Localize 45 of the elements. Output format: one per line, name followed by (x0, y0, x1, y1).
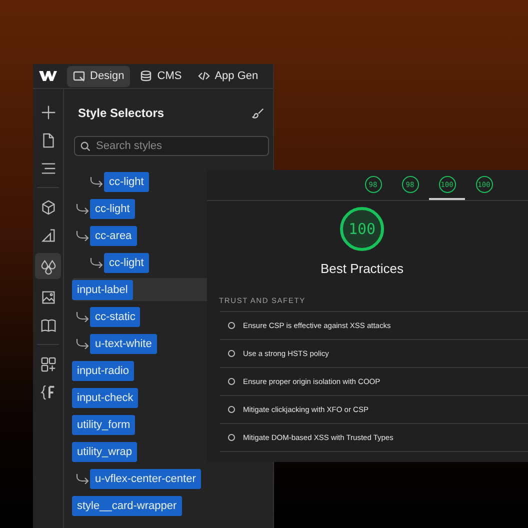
style-tag[interactable]: input-check (72, 388, 138, 408)
apps-icon[interactable] (40, 356, 56, 372)
style-tag[interactable]: style__card-wrapper (72, 496, 182, 516)
style-tag[interactable]: cc-light (104, 252, 149, 272)
style-tag[interactable]: utility_form (72, 414, 136, 434)
tab[interactable]: CMS (134, 66, 188, 86)
child-arrow-icon (75, 203, 90, 214)
style-tag[interactable]: cc-light (90, 198, 135, 218)
child-arrow-icon (75, 311, 90, 322)
child-arrow-icon (75, 230, 90, 241)
tab[interactable]: App Gen (192, 66, 264, 86)
cube-icon[interactable] (40, 198, 56, 216)
tab[interactable]: Design (67, 66, 130, 86)
brush-icon[interactable] (252, 106, 265, 120)
image-icon[interactable] (40, 288, 56, 306)
child-arrow-icon (75, 338, 90, 349)
child-arrow-icon (75, 473, 90, 484)
child-arrow-icon (89, 176, 104, 187)
status-circle-icon (228, 434, 235, 441)
brace-icon[interactable] (40, 384, 56, 400)
style-tag[interactable]: input-label (72, 280, 133, 300)
style-tag[interactable]: cc-area (90, 226, 137, 246)
code-icon (198, 70, 210, 82)
style-tag[interactable]: u-text-white (90, 334, 157, 354)
style-tag[interactable]: cc-light (104, 172, 149, 192)
book-icon[interactable] (40, 316, 56, 334)
database-icon (140, 70, 152, 82)
style-tag[interactable]: utility_wrap (72, 442, 138, 462)
style-tag[interactable]: input-radio (72, 360, 134, 380)
shapes-icon[interactable] (40, 226, 56, 244)
status-circle-icon (228, 406, 235, 413)
score-gauge: 100 (340, 207, 384, 251)
style-tag[interactable]: u-vflex-center-center (90, 468, 201, 488)
cursor-square-icon (73, 70, 85, 82)
droplets-icon[interactable] (40, 258, 56, 274)
child-arrow-icon (89, 257, 104, 268)
logo-icon (39, 70, 57, 82)
status-circle-icon (228, 378, 235, 385)
search-field[interactable]: Search styles (74, 136, 269, 156)
style-tag[interactable]: cc-static (90, 306, 140, 326)
plus-icon[interactable] (40, 104, 56, 120)
status-circle-icon (228, 350, 235, 357)
status-circle-icon (228, 322, 235, 329)
category-title: Best Practices (320, 261, 404, 276)
panel-title: Style Selectors (78, 106, 164, 120)
